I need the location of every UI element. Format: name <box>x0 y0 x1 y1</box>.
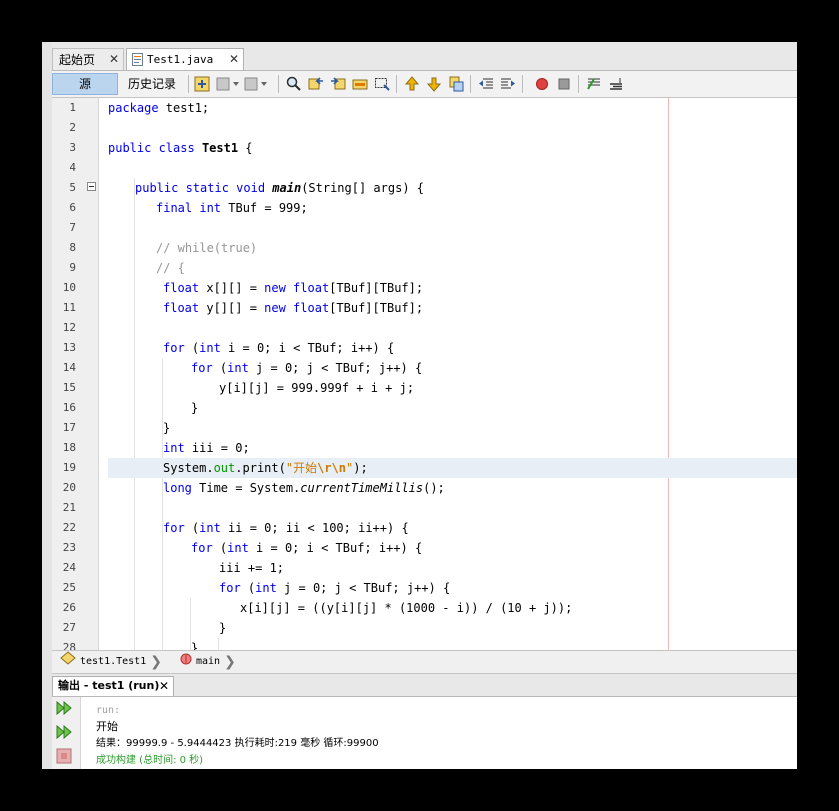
rerun-icon[interactable] <box>55 699 73 717</box>
code-line: 21 <box>62 501 76 514</box>
code-line: 3 public class Test1 { <box>69 141 253 155</box>
code-line: 12 <box>62 321 76 334</box>
output-line: run: <box>96 705 121 716</box>
tab-label: 起始页 <box>59 53 96 67</box>
output-line: 结果：99999.9 - 5.9444423 执行耗时:219 毫秒 循环:99… <box>96 738 379 749</box>
code-line: 14 for (int j = 0; j < TBuf; j++) { <box>62 361 423 375</box>
chevron-right-icon: ❯ <box>224 654 236 670</box>
code-editor[interactable]: 1 package test1; 2 3 public class Test1 { … <box>52 98 797 650</box>
code-line: 4 <box>69 161 76 174</box>
output-line: 开始 <box>96 720 118 733</box>
tab-output-run[interactable]: 输出 - test1 (run) ✕ <box>52 676 174 696</box>
close-icon[interactable]: ✕ <box>109 52 119 66</box>
class-icon <box>60 651 76 673</box>
uncomment-icon[interactable] <box>608 76 624 92</box>
stop-macro-record-icon[interactable] <box>556 76 572 92</box>
find-icon[interactable] <box>286 76 302 92</box>
code-line: 10 float x[][] = new float[TBuf][TBuf]; <box>62 281 424 295</box>
output-line: 成功构建 (总时间: 0 秒) <box>96 755 204 766</box>
toolbar-separator <box>396 75 397 93</box>
start-macro-record-icon[interactable] <box>534 76 550 92</box>
find-previous-icon[interactable] <box>308 76 324 92</box>
breadcrumb: test1.Test1 ❯ main ❯ <box>52 650 797 674</box>
code-line: 18 int iii = 0; <box>62 441 250 455</box>
shift-left-icon[interactable] <box>478 76 494 92</box>
code-line: 9// { <box>69 261 185 275</box>
back-icon[interactable] <box>216 76 239 92</box>
stop-icon[interactable] <box>55 747 73 765</box>
code-line: 27} <box>62 621 227 635</box>
close-icon[interactable]: ✕ <box>229 52 239 66</box>
code-line: 7 <box>69 221 76 234</box>
code-line: 1 package test1; <box>69 101 210 115</box>
code-line: 13 for (int i = 0; i < TBuf; i++) { <box>62 341 395 355</box>
last-edit-icon[interactable] <box>194 76 210 92</box>
editor-toolbar: 源 历史记录 <box>52 71 797 98</box>
breadcrumb-class[interactable]: test1.Test1 ❯ <box>60 651 162 673</box>
rect-selection-icon[interactable] <box>374 76 390 92</box>
code-line: 2 <box>69 121 76 134</box>
source-view-button[interactable]: 源 <box>52 73 118 95</box>
comment-icon[interactable] <box>586 76 602 92</box>
code-line: 25 for (int j = 0; j < TBuf; j++) { <box>62 581 451 595</box>
next-bookmark-icon[interactable] <box>426 76 442 92</box>
toggle-bookmark-icon[interactable] <box>448 76 464 92</box>
editor-tab-bar: 起始页 ✕ Test1.java ✕ <box>52 42 797 71</box>
close-icon[interactable]: ✕ <box>159 677 169 695</box>
previous-bookmark-icon[interactable] <box>404 76 420 92</box>
code-line: 17} <box>62 421 171 435</box>
rerun-with-options-icon[interactable] <box>55 723 73 741</box>
history-view-button[interactable]: 历史记录 <box>120 73 184 95</box>
output-tab-bar: 输出 - test1 (run) ✕ <box>52 674 797 697</box>
code-line: 26 x[i][j] = ((y[i][j] * (1000 - i)) / (1… <box>62 601 573 615</box>
tab-test1-java[interactable]: Test1.java ✕ <box>126 48 244 70</box>
java-file-icon <box>132 53 143 66</box>
toolbar-separator <box>522 75 523 93</box>
code-line: 22 for (int ii = 0; ii < 100; ii++) { <box>62 521 409 535</box>
code-line: 28} <box>62 641 199 650</box>
code-line-current: 19 System.out.print("开始\r\n"); <box>52 458 797 478</box>
tab-start-page[interactable]: 起始页 ✕ <box>52 48 124 70</box>
code-line: 8// while(true) <box>69 241 258 255</box>
toggle-highlight-icon[interactable] <box>352 76 368 92</box>
breadcrumb-method[interactable]: main ❯ <box>180 651 236 673</box>
toolbar-separator <box>578 75 579 93</box>
code-line: 5 public static void main(String[] args) … <box>69 181 425 195</box>
code-line: 15 y[i][j] = 999.999f + i + j; <box>62 381 415 395</box>
toolbar-separator <box>470 75 471 93</box>
forward-icon[interactable] <box>244 76 267 92</box>
tab-label: Test1.java <box>147 53 214 66</box>
toolbar-separator <box>188 75 189 93</box>
code-line: 20 long Time = System.currentTimeMillis()… <box>62 481 445 495</box>
chevron-right-icon: ❯ <box>150 654 162 670</box>
code-line: 24 iii += 1; <box>62 561 285 575</box>
netbeans-ide-window: 起始页 ✕ Test1.java ✕ 源 历史记录 1 package test… <box>42 42 797 769</box>
shift-right-icon[interactable] <box>500 76 516 92</box>
code-line: 6 final int TBuf = 999; <box>69 201 308 215</box>
output-panel: 输出 - test1 (run) ✕ run: 开始 结果：99999.9 - … <box>52 674 797 769</box>
code-line: 11 float y[][] = new float[TBuf][TBuf]; <box>62 301 424 315</box>
toolbar-separator <box>278 75 279 93</box>
code-line: 16} <box>62 401 199 415</box>
find-next-icon[interactable] <box>330 76 346 92</box>
output-side-toolbar <box>52 697 81 769</box>
method-icon <box>180 651 192 673</box>
code-line: 23 for (int i = 0; i < TBuf; i++) { <box>62 541 423 555</box>
